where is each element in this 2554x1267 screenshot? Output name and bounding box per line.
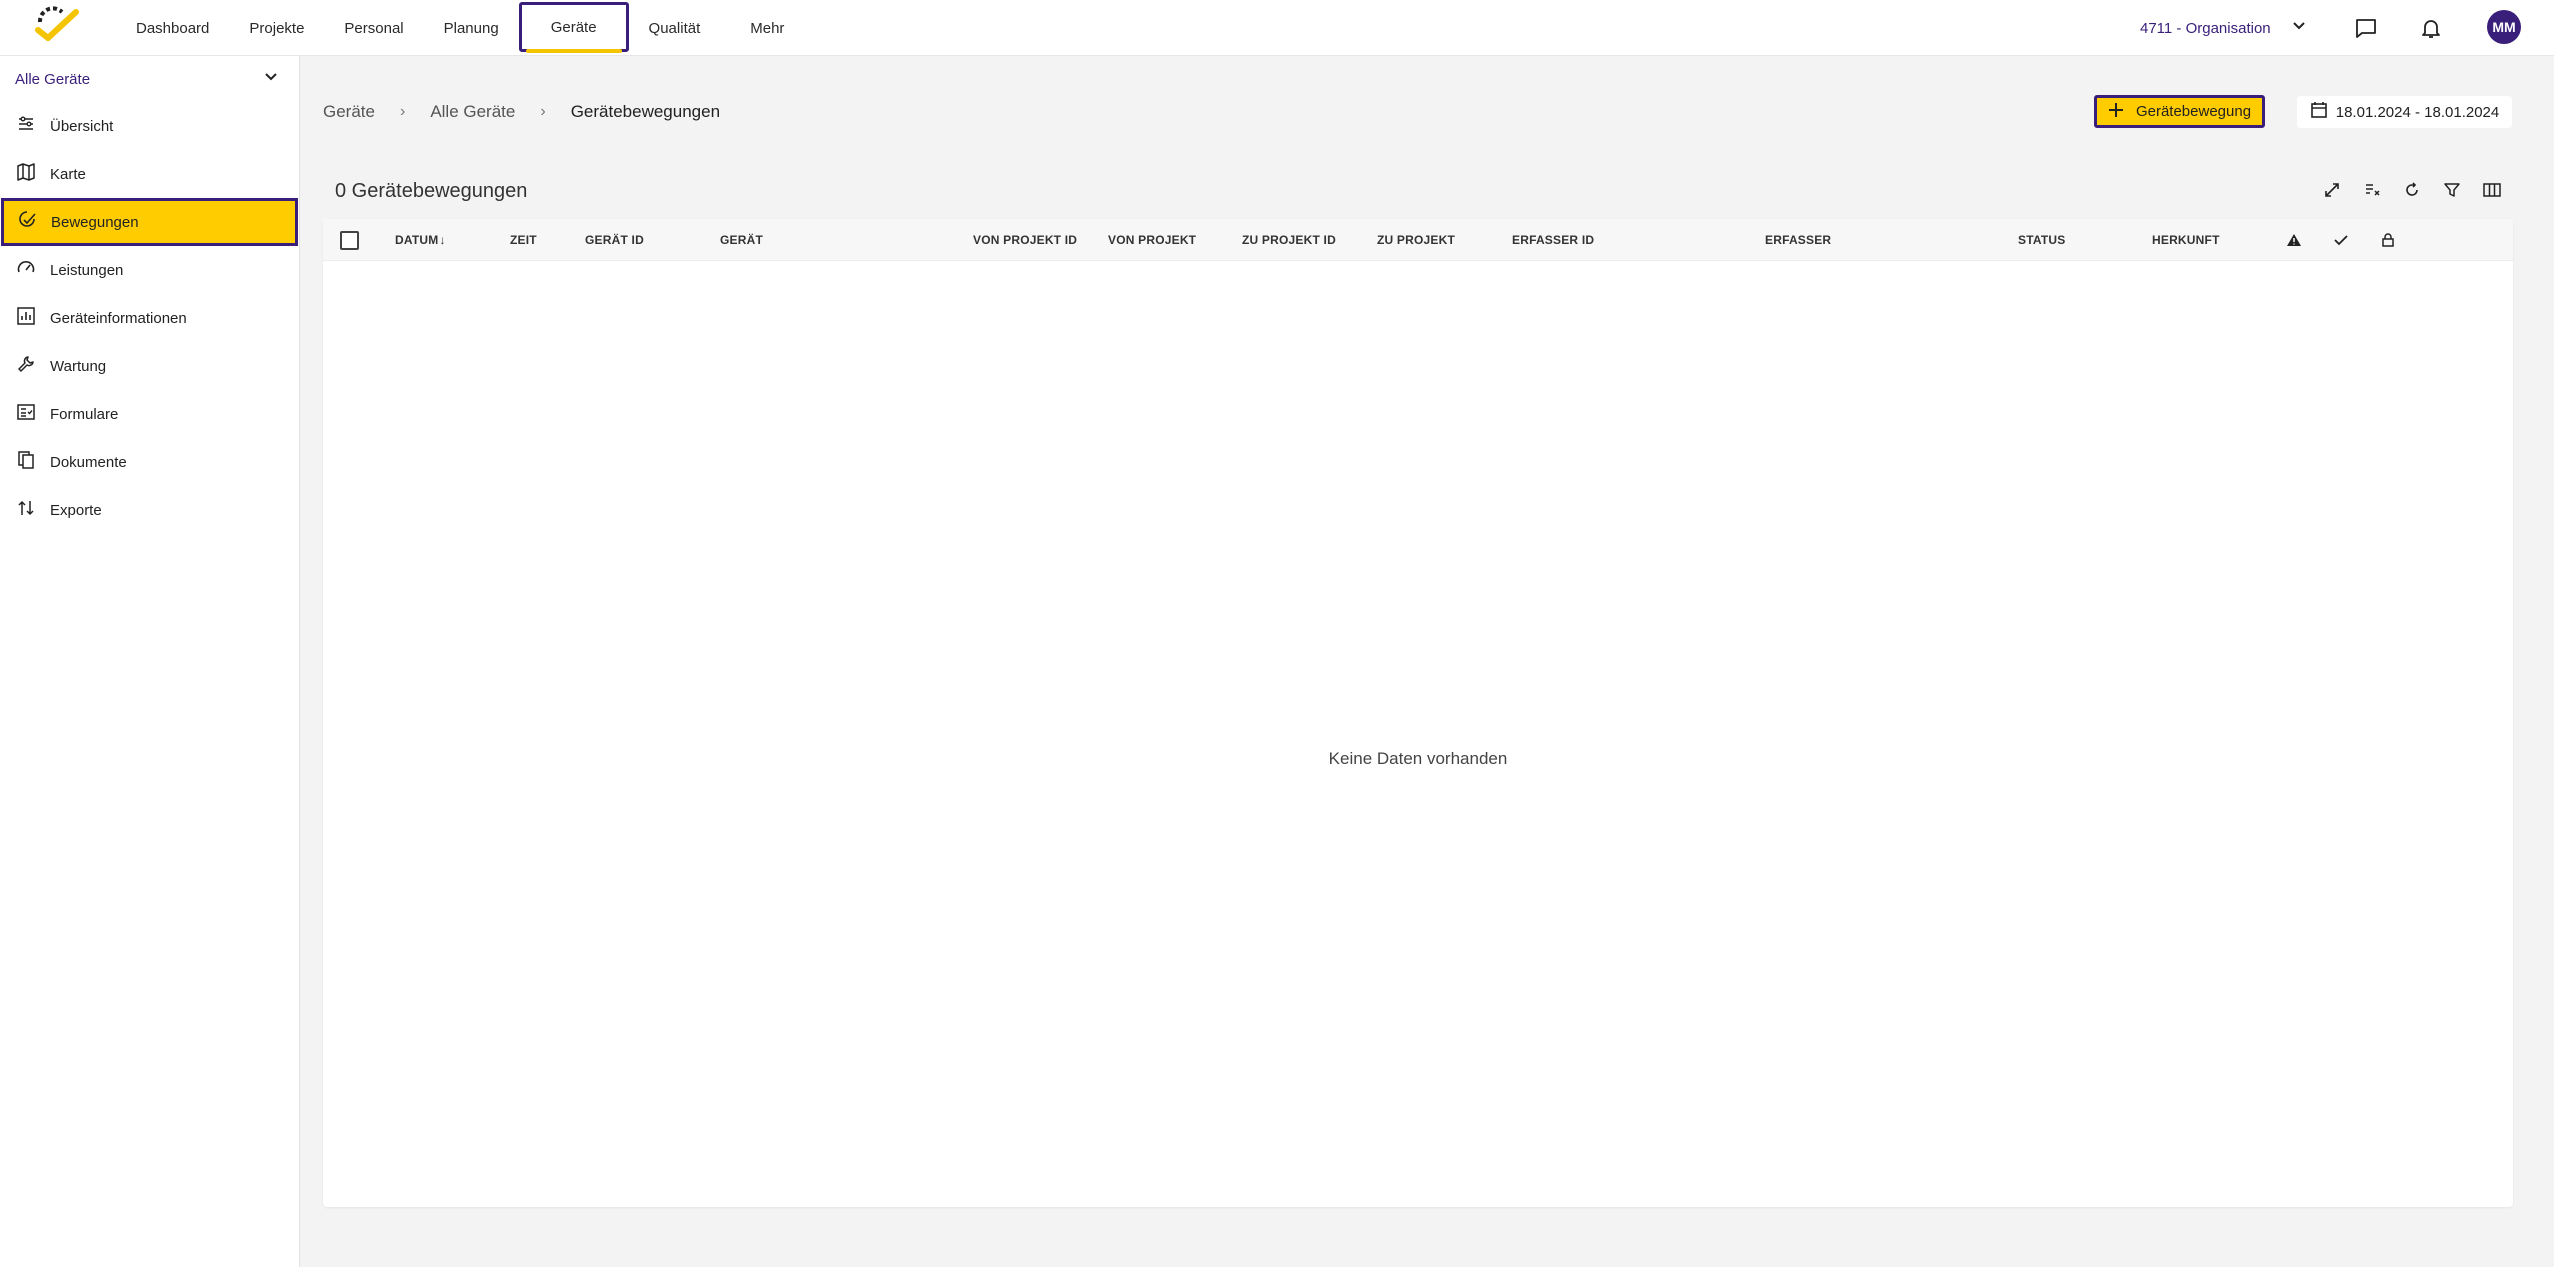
overview-icon [16, 114, 36, 138]
table-header: DATUM ↓ ZEIT GERÄT ID GERÄT VON PROJEKT … [323, 219, 2513, 261]
export-icon [16, 498, 36, 522]
nav-planung[interactable]: Planung [424, 0, 519, 56]
sidebar-section-selector[interactable]: Alle Geräte [0, 56, 299, 102]
breadcrumb: Geräte › Alle Geräte › Gerätebewegungen [323, 100, 720, 124]
documents-icon [16, 450, 36, 474]
movement-icon [17, 210, 37, 234]
lock-icon[interactable] [2382, 219, 2394, 261]
gauge-icon [16, 258, 36, 282]
column-header-herkunft[interactable]: HERKUNFT [2152, 219, 2220, 261]
avatar[interactable]: MM [2487, 10, 2521, 44]
table-toolbar [2322, 180, 2502, 200]
date-range-label: 18.01.2024 - 18.01.2024 [2335, 103, 2500, 121]
chevron-right-icon: › [540, 103, 546, 120]
wrench-icon [16, 354, 36, 378]
check-icon[interactable] [2334, 219, 2348, 261]
chevron-right-icon: › [399, 103, 406, 120]
table-title: 0 Gerätebewegungen [335, 180, 528, 202]
sidebar-item-leistungen[interactable]: Leistungen [0, 246, 299, 294]
sidebar-item-wartung[interactable]: Wartung [0, 342, 299, 390]
sidebar-item-label: Dokumente [50, 453, 127, 471]
sidebar: Alle Geräte Übersicht Karte Bewegungen L… [0, 56, 300, 1267]
movements-table: DATUM ↓ ZEIT GERÄT ID GERÄT VON PROJEKT … [323, 219, 2513, 1207]
main-nav: Dashboard Projekte Personal Planung Gerä… [116, 0, 814, 56]
organization-selector[interactable]: 4711 - Organisation [2140, 0, 2307, 56]
column-header-geraet[interactable]: GERÄT [720, 219, 763, 261]
nav-mehr[interactable]: Mehr [720, 0, 814, 56]
sidebar-item-label: Formulare [50, 405, 119, 423]
sidebar-item-formulare[interactable]: Formulare [0, 390, 299, 438]
sidebar-item-label: Geräteinformationen [50, 309, 187, 327]
column-header-geraet-id[interactable]: GERÄT ID [585, 219, 644, 261]
calendar-icon [2310, 101, 2328, 123]
filter-icon[interactable] [2442, 180, 2462, 200]
column-header-zu-projekt[interactable]: ZU PROJEKT [1377, 219, 1455, 261]
column-header-erfasser-id[interactable]: ERFASSER ID [1512, 219, 1594, 261]
breadcrumb-current: Gerätebewegungen [570, 102, 721, 121]
sidebar-item-uebersicht[interactable]: Übersicht [0, 102, 299, 150]
sidebar-item-exporte[interactable]: Exporte [0, 486, 299, 534]
add-movement-button[interactable]: Gerätebewegung [2094, 95, 2265, 128]
column-header-von-projekt-id[interactable]: VON PROJEKT ID [973, 219, 1077, 261]
refresh-icon[interactable] [2402, 180, 2422, 200]
column-header-zeit[interactable]: ZEIT [510, 219, 537, 261]
sidebar-item-label: Übersicht [50, 117, 114, 135]
clear-sort-icon[interactable] [2362, 180, 2382, 200]
sidebar-item-label: Wartung [50, 357, 107, 375]
plus-icon [2108, 102, 2124, 122]
chat-icon[interactable] [2352, 14, 2380, 42]
chevron-down-icon [2291, 18, 2307, 38]
top-bar: Dashboard Projekte Personal Planung Gerä… [0, 0, 2554, 56]
sidebar-item-dokumente[interactable]: Dokumente [0, 438, 299, 486]
bell-icon[interactable] [2417, 14, 2445, 42]
map-icon [16, 162, 36, 186]
column-header-erfasser[interactable]: ERFASSER [1765, 219, 1831, 261]
warning-icon[interactable] [2286, 219, 2302, 261]
breadcrumb-geraete[interactable]: Geräte [323, 102, 375, 122]
expand-icon[interactable] [2322, 180, 2342, 200]
sidebar-item-label: Karte [50, 165, 86, 183]
column-header-zu-projekt-id[interactable]: ZU PROJEKT ID [1242, 219, 1336, 261]
chevron-down-icon [263, 69, 279, 89]
empty-state-message: Keine Daten vorhanden [1328, 749, 1508, 768]
nav-projekte[interactable]: Projekte [229, 0, 324, 56]
column-header-von-projekt[interactable]: VON PROJEKT [1108, 219, 1196, 261]
add-movement-label: Gerätebewegung [2135, 103, 2252, 120]
sidebar-item-label: Exporte [50, 501, 102, 519]
nav-dashboard[interactable]: Dashboard [116, 0, 229, 56]
sidebar-item-geraeteinformationen[interactable]: Geräteinformationen [0, 294, 299, 342]
chart-icon [16, 306, 36, 330]
organization-label: 4711 - Organisation [2140, 19, 2271, 37]
select-all-checkbox[interactable] [340, 231, 359, 250]
sidebar-item-label: Leistungen [50, 261, 124, 279]
breadcrumb-alle-geraete[interactable]: Alle Geräte [430, 102, 515, 122]
sidebar-item-bewegungen[interactable]: Bewegungen [1, 198, 298, 246]
sort-desc-icon: ↓ [439, 233, 446, 247]
nav-personal[interactable]: Personal [324, 0, 423, 56]
nav-geraete[interactable]: Geräte [518, 2, 629, 53]
nav-qualitaet[interactable]: Qualität [629, 0, 721, 56]
app-logo[interactable] [34, 6, 80, 48]
form-icon [16, 402, 36, 426]
sidebar-item-karte[interactable]: Karte [0, 150, 299, 198]
sidebar-item-label: Bewegungen [51, 213, 139, 231]
sidebar-section-label: Alle Geräte [15, 70, 91, 88]
column-header-status[interactable]: STATUS [2018, 219, 2065, 261]
column-header-datum[interactable]: DATUM ↓ [395, 219, 446, 261]
columns-icon[interactable] [2482, 180, 2502, 200]
date-range-picker[interactable]: 18.01.2024 - 18.01.2024 [2297, 96, 2512, 128]
